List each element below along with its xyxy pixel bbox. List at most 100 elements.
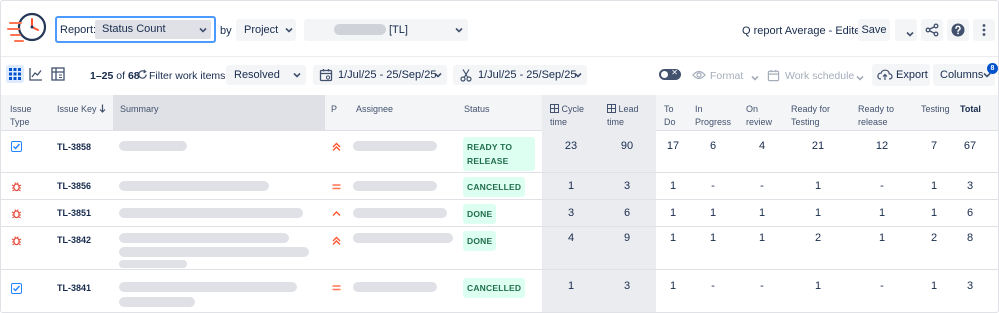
table-icon: [607, 104, 616, 113]
testing-value: 1: [930, 280, 938, 292]
table-row[interactable]: TL-3851 DONE 3 6 1 1 1 1 1 1 6: [1, 200, 998, 227]
col-issue-type[interactable]: Issue Type: [10, 95, 50, 131]
group-by-select[interactable]: Project: [236, 19, 296, 41]
on-review-value: -: [760, 180, 764, 192]
col-in-progress[interactable]: In Progress: [695, 95, 740, 131]
export-button[interactable]: Export: [872, 64, 930, 86]
cycle-time-value: 1: [567, 180, 575, 192]
chevron-down-icon: [573, 70, 583, 80]
col-to-do[interactable]: To Do: [664, 95, 689, 131]
on-review-value: 4: [758, 140, 766, 152]
lead-time-value: 9: [623, 232, 631, 244]
report-title: Q report Average - Edited: [742, 25, 867, 37]
work-schedule-button[interactable]: Work schedule: [767, 67, 867, 85]
col-summary[interactable]: Summary: [113, 95, 325, 131]
redacted-assignee: [353, 141, 437, 151]
share-button[interactable]: [921, 19, 943, 41]
issue-key[interactable]: TL-3858: [57, 142, 91, 152]
task-checkbox-icon: [11, 141, 22, 152]
status-badge: CANCELLED: [463, 177, 526, 197]
redacted-assignee: [353, 181, 437, 191]
issue-key[interactable]: TL-3851: [57, 208, 91, 218]
columns-label: Columns: [940, 69, 984, 81]
priority-high-icon: [331, 141, 342, 152]
task-checkbox-icon: [11, 283, 22, 294]
ready-for-testing-value: 2: [814, 232, 822, 244]
col-cycle-time[interactable]: Cycle time: [542, 95, 599, 131]
report-label: Report:: [60, 24, 97, 36]
export-label: Export: [896, 69, 928, 81]
to-do-value: 1: [669, 207, 677, 219]
more-options-button[interactable]: [973, 19, 995, 41]
col-testing[interactable]: Testing: [921, 95, 956, 131]
priority-high-icon: [331, 235, 342, 246]
col-ready-to-release[interactable]: Ready to release: [858, 95, 908, 131]
table-row[interactable]: TL-3858 READY TO RELEASE 23 90 17 6 4 21 …: [1, 131, 998, 173]
issue-key[interactable]: TL-3842: [57, 235, 91, 245]
cycle-time-value: 3: [567, 207, 575, 219]
report-type-select[interactable]: Status Count: [95, 20, 211, 39]
cycle-time-value: 1: [567, 280, 575, 292]
bug-icon: [11, 181, 22, 192]
columns-button[interactable]: Columns: [933, 64, 995, 86]
more-vertical-icon: [982, 24, 986, 36]
redacted-summary: [119, 181, 269, 191]
toolbar: 1–25 of 68 Filter work items: Resolved 1…: [1, 57, 998, 93]
project-select[interactable]: [TL]: [304, 19, 468, 41]
resolved-date-range-value: 1/Jul/25 - 25/Sep/25: [478, 69, 577, 81]
to-do-value: 1: [669, 232, 677, 244]
col-ready-for-testing[interactable]: Ready for Testing: [791, 95, 846, 131]
grid-view-button[interactable]: [6, 65, 24, 83]
calendar-icon: [767, 69, 780, 82]
status-badge: READY TO RELEASE: [463, 137, 535, 171]
issue-key[interactable]: TL-3856: [57, 181, 91, 191]
to-do-value: 1: [669, 180, 677, 192]
columns-count-badge: 8: [987, 63, 998, 74]
issue-key[interactable]: TL-3841: [57, 283, 91, 293]
col-on-review[interactable]: On review: [746, 95, 786, 131]
chevron-down-icon: [901, 25, 914, 37]
cycle-time-value: 4: [567, 232, 575, 244]
to-do-value: 1: [669, 280, 677, 292]
table-icon: [550, 104, 559, 113]
top-bar: Report: Status Count by Project [TL] Q r…: [1, 1, 998, 57]
filter-select[interactable]: Resolved: [226, 65, 306, 85]
save-button[interactable]: Save: [858, 19, 890, 41]
on-review-value: 1: [758, 207, 766, 219]
save-options-button[interactable]: [895, 19, 917, 41]
bug-icon: [11, 235, 22, 246]
redacted-summary: [119, 141, 187, 151]
created-date-range-select[interactable]: 1/Jul/25 - 25/Sep/25: [313, 65, 447, 85]
table-row[interactable]: TL-3841 CANCELLED 1 3 1 - - 1 - 1 3: [1, 270, 998, 312]
redacted-summary: [119, 208, 303, 218]
help-button[interactable]: [947, 19, 969, 41]
redacted-summary: [119, 297, 195, 307]
testing-value: 1: [930, 180, 938, 192]
col-assignee[interactable]: Assignee: [356, 95, 436, 131]
col-status[interactable]: Status: [464, 95, 524, 131]
table-row[interactable]: TL-3842 DONE 4 9 1 1 1 2 1 2 8: [1, 227, 998, 270]
report-type-value: Status Count: [102, 23, 166, 35]
chevron-down-icon: [292, 70, 302, 80]
col-lead-time[interactable]: Lead time: [599, 95, 656, 131]
format-button[interactable]: Format: [692, 67, 762, 85]
ready-for-testing-value: 1: [814, 280, 822, 292]
refresh-button[interactable]: [137, 69, 148, 83]
line-chart-icon: [29, 68, 42, 81]
status-badge: DONE: [463, 204, 497, 224]
lead-time-value: 3: [623, 180, 631, 192]
report-selector[interactable]: Report: Status Count: [55, 16, 216, 43]
col-total[interactable]: Total: [960, 95, 995, 131]
table-row[interactable]: TL-3856 CANCELLED 1 3 1 - - 1 - 1 3: [1, 173, 998, 200]
group-by-value: Project: [244, 24, 279, 36]
resolved-date-range-select[interactable]: 1/Jul/25 - 25/Sep/25: [453, 65, 587, 85]
ready-to-release-value: -: [880, 280, 884, 292]
redacted-project-name: [334, 24, 386, 35]
pivot-view-button[interactable]: [49, 65, 67, 83]
col-priority[interactable]: P: [331, 95, 346, 131]
ready-to-release-value: -: [880, 180, 884, 192]
col-issue-key[interactable]: Issue Key: [57, 95, 112, 131]
format-toggle[interactable]: ✕: [659, 68, 681, 80]
cycle-time-value: 23: [564, 140, 578, 152]
chart-view-button[interactable]: [27, 65, 45, 83]
